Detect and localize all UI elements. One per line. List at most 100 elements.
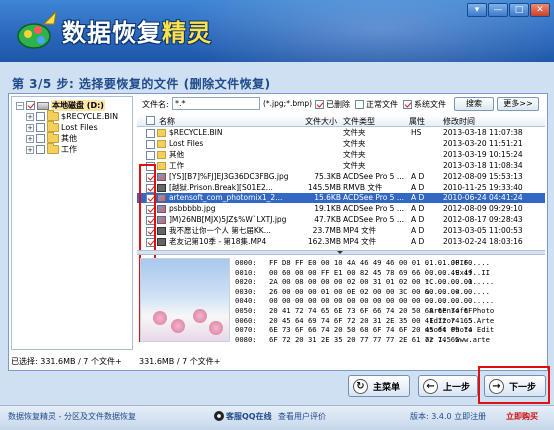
file-list-header: 名称 文件大小 文件类型 属性 修改时间 xyxy=(137,115,545,127)
option-normal-files[interactable]: 正常文件 xyxy=(355,99,398,110)
close-button[interactable]: ✕ xyxy=(530,3,550,17)
preview-flower xyxy=(209,321,223,335)
expand-icon[interactable]: + xyxy=(26,145,34,154)
expand-icon[interactable]: + xyxy=(26,134,34,143)
tree-checkbox[interactable] xyxy=(36,123,45,132)
file-size: 15.6KB xyxy=(314,193,341,203)
file-type: ACDSee Pro 5 ... xyxy=(343,193,404,203)
tree-item-drive[interactable]: − 本地磁盘 (D:) xyxy=(16,100,105,111)
file-row[interactable]: 工作 文件夹 2013-03-18 11:08:34 xyxy=(137,161,545,171)
select-all-checkbox[interactable] xyxy=(146,116,155,125)
file-row[interactable]: psbbbbb.jpg 19.1KB ACDSee Pro 5 ... A D 2012… xyxy=(137,204,545,215)
tree-item-label: Lost Files xyxy=(61,123,98,132)
expand-icon[interactable]: + xyxy=(26,112,34,121)
window-menu-button[interactable]: ▾ xyxy=(467,3,487,17)
filename-label: 文件名: xyxy=(142,100,169,109)
hex-ascii: ................ xyxy=(425,296,495,306)
minimize-button[interactable]: — xyxy=(488,3,508,17)
option-label: 已删除 xyxy=(326,100,350,109)
option-checkbox[interactable] xyxy=(403,100,412,109)
video-file-icon xyxy=(157,227,166,236)
file-row[interactable]: artensoft_com_photomix1_2... 15.6KB ACDSee… xyxy=(137,193,545,204)
qq-support-link[interactable]: 客服QQ在线 xyxy=(226,411,272,422)
tree-item-recycle-bin[interactable]: + $RECYCLE.BIN xyxy=(26,110,118,122)
column-attr[interactable]: 属性 xyxy=(409,116,425,127)
qq-icon xyxy=(214,411,224,421)
option-checkbox[interactable] xyxy=(315,100,324,109)
image-file-icon xyxy=(157,172,166,181)
hex-off: 0020: xyxy=(235,277,257,287)
file-row[interactable]: [YS][B7]%FJ]EJ3G36DC3FBG.jpg 75.3KB ACDSee… xyxy=(137,172,545,182)
prev-step-button[interactable]: ← 上一步 xyxy=(418,375,478,397)
hex-ascii: nsoft Photo Edit xyxy=(425,325,495,335)
hex-ascii: `......Exif..II xyxy=(425,267,490,277)
app-title-main: 数据恢复 xyxy=(62,19,162,47)
column-type[interactable]: 文件类型 xyxy=(343,116,375,127)
hex-off: 0050: xyxy=(235,306,257,315)
user-reviews-link[interactable]: 查看用户评价 xyxy=(278,411,326,422)
splitter-handle[interactable] xyxy=(137,250,545,255)
file-time: 2010-11-25 19:33:40 xyxy=(443,182,523,192)
file-type: RMVB 文件 xyxy=(343,182,383,192)
file-name: 我不愿让你一个人 第七届KK... xyxy=(169,226,271,236)
file-name: psbbbbb.jpg xyxy=(169,204,216,214)
tree-item-lost-files[interactable]: + Lost Files xyxy=(26,121,98,133)
tree-item-work[interactable]: + 工作 xyxy=(26,143,77,155)
file-checkbox[interactable] xyxy=(146,139,155,149)
expand-icon[interactable]: + xyxy=(26,123,34,132)
column-name[interactable]: 名称 xyxy=(159,116,175,127)
column-modified[interactable]: 修改时间 xyxy=(443,116,475,127)
file-attr: A D xyxy=(411,193,425,203)
step-title: 第 3/5 步: 选择要恢复的文件 (删除文件恢复) xyxy=(12,77,271,91)
file-type: ACDSee Pro 5 ... xyxy=(343,204,404,214)
folder-icon xyxy=(47,121,59,132)
more-button[interactable]: 更多>> xyxy=(497,97,539,111)
file-type: 文件夹 xyxy=(343,160,366,170)
file-attr: A D xyxy=(411,215,425,225)
file-row[interactable]: 我不愿让你一个人 第七届KK... 23.7MB MP4 文件 A D 2013-03-… xyxy=(137,226,545,237)
option-deleted[interactable]: 已删除 xyxy=(315,99,350,110)
buy-now-link[interactable]: 立即购买 xyxy=(506,411,538,422)
image-file-icon xyxy=(157,205,166,214)
version-register-link[interactable]: 版本: 3.4.0 立即注册 xyxy=(410,411,486,422)
file-checkbox[interactable] xyxy=(146,129,155,138)
file-size: 162.3MB xyxy=(307,237,341,246)
file-time: 2013-03-18 11:07:38 xyxy=(443,128,523,137)
file-row[interactable]: Lost Files 文件夹 2013-03-20 11:51:21 xyxy=(137,139,545,149)
option-label: 正常文件 xyxy=(366,100,398,109)
file-time: 2013-03-05 11:00:53 xyxy=(443,226,523,236)
file-type: MP4 文件 xyxy=(343,226,377,236)
file-row[interactable]: 其他 文件夹 2013-03-19 10:15:24 xyxy=(137,150,545,160)
file-row[interactable]: ]M)26NB[MJX)5JZ$%W`LXTJ.jpg 47.7KB ACDSee … xyxy=(137,215,545,226)
filename-input[interactable]: *.* xyxy=(172,97,260,110)
main-menu-button[interactable]: ↻ 主菜单 xyxy=(348,375,410,397)
tree-checkbox[interactable] xyxy=(26,101,35,110)
file-time: 2012-08-09 15:53:13 xyxy=(443,171,523,181)
hex-ascii: *.........1..... xyxy=(425,277,495,287)
folder-icon xyxy=(157,129,166,137)
file-attr: HS xyxy=(411,128,422,137)
file-checkbox[interactable] xyxy=(146,150,155,160)
tree-checkbox[interactable] xyxy=(36,112,45,121)
file-type: 文件夹 xyxy=(343,128,366,137)
file-name: artensoft_com_photomix1_2... xyxy=(169,193,283,203)
hex-viewer[interactable]: 0000: FF D8 FF E0 00 10 4A 46 49 46 00 01… xyxy=(235,258,543,346)
column-size[interactable]: 文件大小 xyxy=(305,116,337,127)
tree-checkbox[interactable] xyxy=(36,134,45,143)
prev-step-label: 上一步 xyxy=(443,382,471,393)
file-time: 2013-03-19 10:15:24 xyxy=(443,149,523,159)
folder-icon xyxy=(157,161,166,170)
tree-item-label: 其他 xyxy=(61,134,77,143)
search-button[interactable]: 搜索 xyxy=(454,97,494,111)
file-row[interactable]: [越狱.Prison.Break][S01E2... 145.5MB RMVB 文件… xyxy=(137,183,545,193)
option-checkbox[interactable] xyxy=(355,100,364,109)
maximize-button[interactable]: □ xyxy=(509,3,529,17)
file-row[interactable]: $RECYCLE.BIN 文件夹 HS 2013-03-18 11:07:38 xyxy=(137,128,545,138)
collapse-icon[interactable]: − xyxy=(16,101,24,110)
file-time: 2013-03-18 11:08:34 xyxy=(443,160,523,170)
file-row[interactable]: 老友记第10季 - 第18集.MP4 162.3MB MP4 文件 A D 2013-0… xyxy=(137,237,545,247)
tree-checkbox[interactable] xyxy=(36,145,45,154)
app-title: 数据恢复精灵 xyxy=(62,13,212,48)
file-name: 老友记第10季 - 第18集.MP4 xyxy=(169,237,267,246)
option-system-files[interactable]: 系统文件 xyxy=(403,99,446,110)
